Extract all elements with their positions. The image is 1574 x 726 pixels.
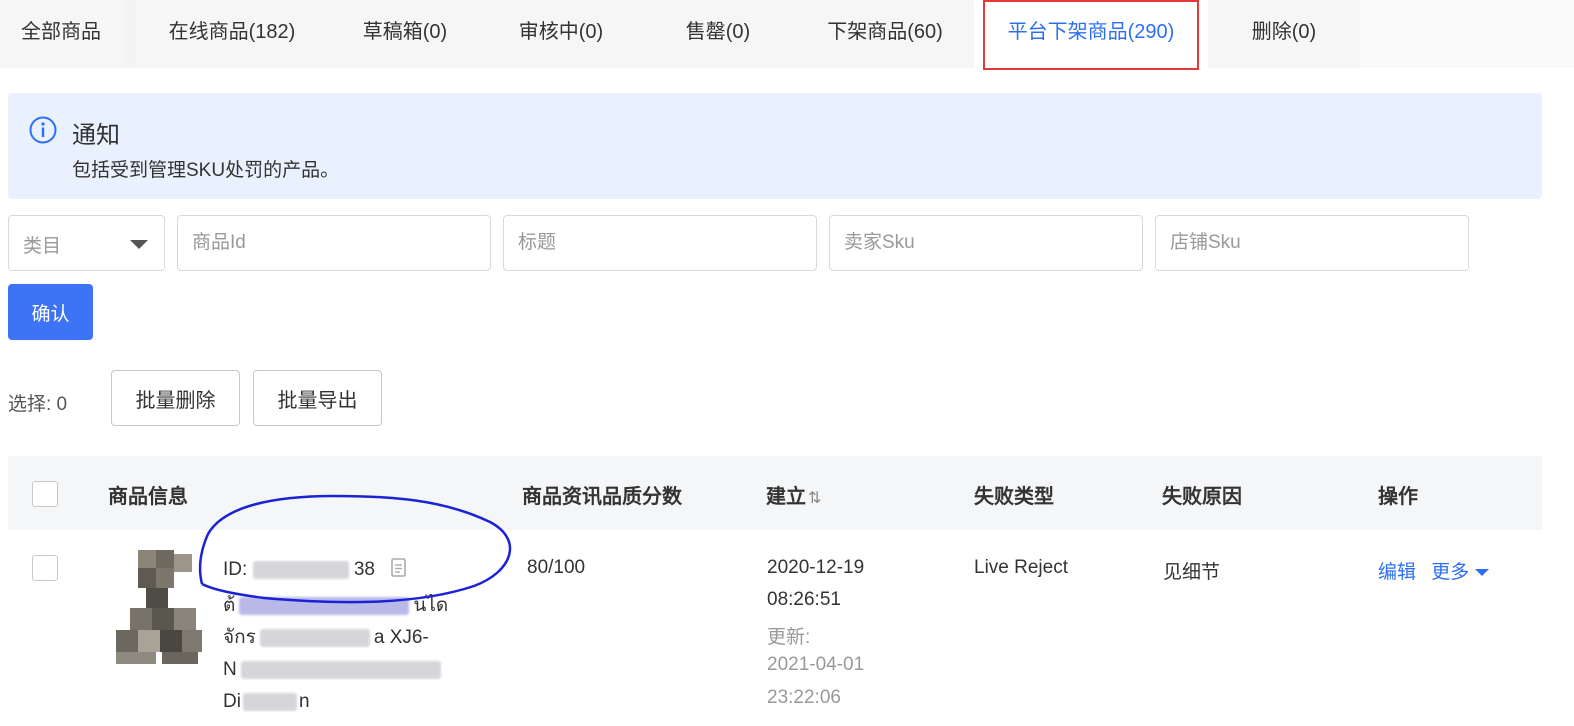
redacted-title [242,692,297,711]
title-line-3-start: N [223,659,237,680]
title-line-2-start: จักร [223,627,256,648]
header-created[interactable]: 建立 ⇅ [766,480,821,509]
table-row: ID: 38 ต้ นได จักร a XJ6- N Di n 80/100 202… [8,494,1542,726]
header-quality-score: 商品资讯品质分数 [522,486,682,508]
title-line-4-start: Di [223,691,241,712]
redacted-title [240,660,441,679]
tab-bar-filler [1360,0,1574,68]
edit-link[interactable]: 编辑 [1378,562,1416,583]
seller-sku-field[interactable] [829,215,1143,271]
tab-bar: 全部商品 在线商品(182) 草稿箱(0) 审核中(0) 售罄(0) 下架商品(… [0,0,1574,68]
product-title-line-4: Di n [223,686,448,718]
header-product-info: 商品信息 [108,486,188,508]
notice-banner: 通知 包括受到管理SKU处罚的产品。 [8,93,1542,199]
product-thumbnail[interactable] [116,550,202,672]
chevron-down-icon [1475,569,1490,577]
product-id-input[interactable] [178,216,490,270]
failure-type: Live Reject [974,557,1068,578]
tab-platform-delisted[interactable]: 平台下架商品(290) [974,0,1208,68]
updated-date: 2021-04-01 [767,654,865,675]
tab-delisted-products[interactable]: 下架商品(60) [796,0,974,68]
category-select[interactable]: 类目 [8,215,165,271]
confirm-button[interactable]: 确认 [8,284,93,340]
title-line-2-end: a XJ6- [373,627,429,648]
row-actions: 编辑 更多 [1378,557,1490,584]
product-id-field[interactable] [177,215,491,271]
tab-drafts[interactable]: 草稿箱(0) [328,0,482,68]
quality-score: 80/100 [527,557,586,578]
sort-icon[interactable]: ⇅ [808,488,821,508]
failure-reason: 见细节 [1163,562,1221,583]
tab-sold-out[interactable]: 售罄(0) [640,0,796,68]
tab-online-products[interactable]: 在线商品(182) [136,0,328,68]
title-line-4-end: n [298,691,310,712]
more-dropdown[interactable]: 更多 [1431,562,1490,583]
redacted-title [259,628,370,647]
tab-deleted[interactable]: 删除(0) [1208,0,1360,68]
bulk-delete-button[interactable]: 批量删除 [111,370,240,426]
bulk-export-button[interactable]: 批量导出 [253,370,382,426]
caret-down-icon [130,240,148,249]
selected-count: 选择: 0 [8,394,68,415]
row-checkbox[interactable] [32,555,58,581]
updated-time: 23:22:06 [767,687,841,708]
notice-text: 包括受到管理SKU处罚的产品。 [72,160,340,181]
title-field[interactable] [503,215,817,271]
header-failure-type: 失败类型 [974,486,1054,508]
product-title-line-3: N [223,654,448,686]
shop-sku-input[interactable] [1156,216,1468,270]
info-icon [29,116,57,144]
tab-all-products[interactable]: 全部商品 [0,0,122,68]
updated-label: 更新: [767,627,811,648]
hand-drawn-annotation-circle [198,494,512,604]
seller-sku-input[interactable] [830,216,1142,270]
header-actions: 操作 [1378,486,1418,508]
tab-under-review[interactable]: 审核中(0) [482,0,640,68]
created-date: 2020-12-19 [767,557,865,578]
more-label: 更多 [1431,562,1470,583]
category-select-label: 类目 [23,236,62,257]
header-failure-reason: 失败原因 [1162,486,1242,508]
notice-title: 通知 [72,122,120,149]
shop-sku-field[interactable] [1155,215,1469,271]
created-time: 08:26:51 [767,589,841,610]
header-created-label: 建立 [766,486,806,508]
product-title-line-2: จักร a XJ6- [223,622,448,654]
select-all-checkbox[interactable] [32,481,58,507]
title-input[interactable] [504,216,816,270]
